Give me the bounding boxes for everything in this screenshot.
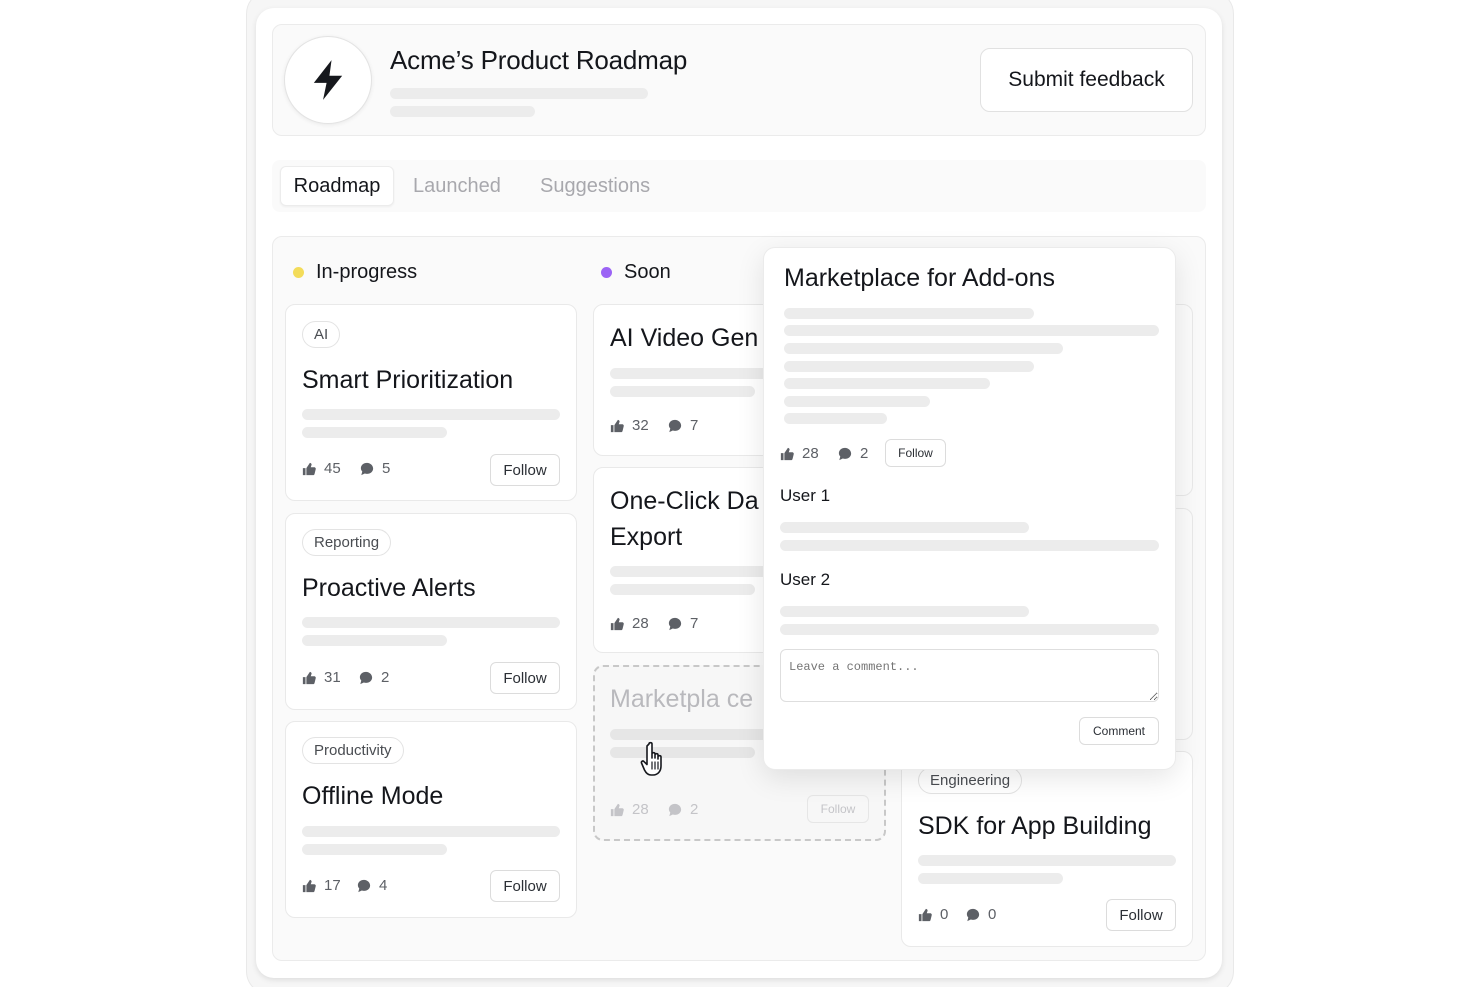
comment-icon: [360, 462, 374, 475]
comment-icon: [668, 419, 682, 432]
description-placeholder: [784, 413, 887, 424]
upvote-count[interactable]: 28: [610, 615, 649, 632]
comment-submit-button[interactable]: Comment: [1079, 717, 1159, 745]
card-title: Export: [610, 523, 683, 551]
description-placeholder: [610, 747, 755, 758]
card-tag: Reporting: [302, 529, 392, 556]
status-dot: [293, 266, 304, 278]
thumbs-up-icon: [610, 617, 624, 630]
comment-count: 4: [357, 877, 387, 894]
card-title: Offline Mode: [302, 782, 444, 810]
upvote-count[interactable]: 28: [780, 445, 819, 462]
comment-author: User 1: [780, 486, 831, 505]
description-placeholder: [610, 729, 770, 740]
submit-feedback-button[interactable]: Submit feedback: [980, 48, 1193, 112]
card-tag: Engineering: [918, 767, 1023, 794]
card-title: Proactive Alerts: [302, 574, 476, 602]
comment-count: 0: [966, 906, 996, 923]
thumbs-up-icon: [302, 879, 316, 892]
description-placeholder: [784, 325, 1159, 336]
column-title: Soon: [624, 260, 671, 283]
upvote-count[interactable]: 17: [302, 877, 341, 894]
comment-count: 5: [360, 460, 390, 477]
description-placeholder: [302, 826, 560, 837]
comment-icon: [838, 447, 852, 460]
description-placeholder: [302, 635, 447, 646]
card-tag: Productivity: [302, 737, 404, 764]
comment-count: 7: [668, 615, 698, 632]
tab-launched[interactable]: Launched: [413, 166, 501, 206]
comment-count: 2: [668, 801, 698, 818]
lightning-bolt-icon: [313, 60, 343, 100]
upvote-count: 28: [610, 801, 649, 818]
thumbs-up-icon: [918, 908, 932, 921]
comment-icon: [668, 617, 682, 630]
comment-icon: [966, 908, 980, 921]
comment-count: 7: [668, 417, 698, 434]
description-placeholder: [610, 386, 755, 397]
card-title: One-Click Da: [610, 487, 759, 515]
card-title: AI Video Gen: [610, 324, 759, 352]
column-header-in-progress: In-progress: [293, 258, 417, 286]
follow-button[interactable]: Follow: [490, 454, 560, 486]
follow-button[interactable]: Follow: [1106, 899, 1176, 931]
description-placeholder: [784, 378, 990, 389]
tab-suggestions[interactable]: Suggestions: [540, 166, 650, 206]
tab-roadmap[interactable]: Roadmap: [280, 166, 394, 206]
card-title: SDK for App Building: [918, 812, 1152, 840]
popover-follow-button[interactable]: Follow: [885, 439, 946, 467]
description-placeholder: [302, 409, 560, 420]
comment-input[interactable]: [780, 649, 1159, 702]
comment-placeholder: [780, 606, 1029, 617]
column-title: In-progress: [316, 260, 418, 283]
description-placeholder: [784, 361, 1034, 372]
upvote-count[interactable]: 45: [302, 460, 341, 477]
thumbs-up-icon: [610, 803, 624, 816]
description-placeholder: [610, 368, 770, 379]
card-title: Smart Prioritization: [302, 366, 514, 394]
description-placeholder: [302, 617, 560, 628]
upvote-count[interactable]: 0: [918, 906, 948, 923]
status-dot: [601, 266, 612, 278]
thumbs-up-icon: [610, 419, 624, 432]
description-placeholder: [918, 873, 1063, 884]
page-title: Acme’s Product Roadmap: [390, 45, 688, 75]
upvote-count[interactable]: 32: [610, 417, 649, 434]
comment-count: 2: [359, 669, 389, 686]
popover-title: Marketplace for Add-ons: [784, 264, 1055, 292]
description-placeholder: [302, 427, 447, 438]
comment-placeholder: [780, 624, 1159, 635]
description-placeholder: [610, 584, 755, 595]
comment-author: User 2: [780, 570, 831, 589]
thumbs-up-icon: [302, 671, 316, 684]
description-placeholder: [610, 566, 770, 577]
description-placeholder: [302, 844, 447, 855]
description-placeholder: [784, 343, 1063, 354]
follow-button[interactable]: Follow: [490, 662, 560, 694]
comment-placeholder: [780, 540, 1159, 551]
comment-placeholder: [780, 522, 1029, 533]
thumbs-up-icon: [780, 447, 794, 460]
comment-icon: [357, 879, 371, 892]
description-placeholder: [784, 396, 930, 407]
logo: [284, 36, 372, 124]
thumbs-up-icon: [302, 462, 316, 475]
subtitle-placeholder: [390, 88, 648, 99]
description-placeholder: [784, 308, 1034, 319]
follow-button: Follow: [807, 795, 869, 823]
upvote-count[interactable]: 31: [302, 669, 341, 686]
hand-cursor-icon: [640, 741, 662, 776]
subtitle-placeholder: [390, 106, 535, 117]
description-placeholder: [918, 855, 1176, 866]
follow-button[interactable]: Follow: [490, 870, 560, 902]
comment-icon: [359, 671, 373, 684]
column-header-soon: Soon: [601, 258, 671, 286]
dragging-card-title: Marketpla ce: [610, 685, 754, 713]
card-tag: AI: [302, 321, 341, 348]
comment-icon: [668, 803, 682, 816]
comment-count: 2: [838, 445, 868, 462]
